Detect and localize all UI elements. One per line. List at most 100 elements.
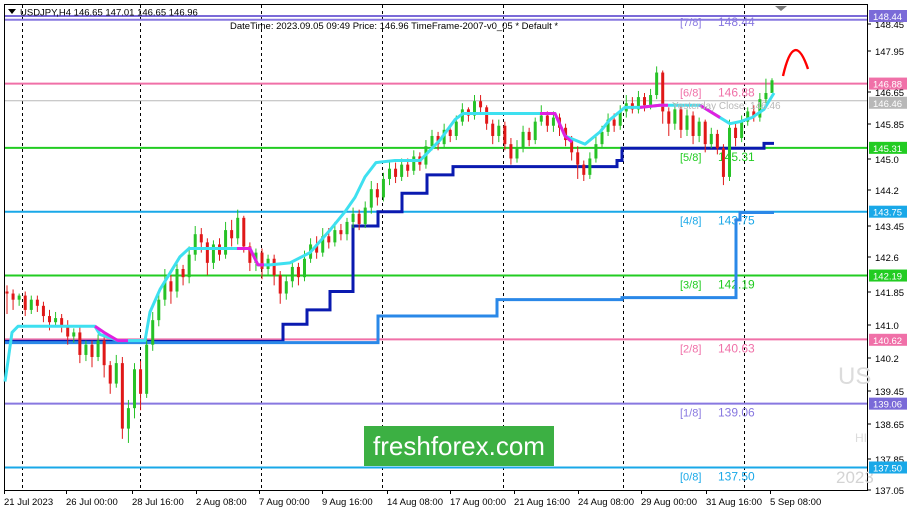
yesterday-close-label: Yesterday Close: 146.46: [672, 101, 781, 112]
candle-body: [41, 305, 45, 317]
candle-body: [430, 135, 434, 147]
x-tick-label: 28 Jul 16:00: [132, 497, 184, 508]
candle-body: [236, 217, 240, 239]
x-tick-label: 24 Aug 08:00: [578, 497, 634, 508]
candle-body: [333, 230, 337, 243]
x-tick-label: 2 Aug 08:00: [196, 497, 247, 508]
y-tick-label: 145.0: [875, 155, 899, 166]
candle-body: [290, 266, 294, 282]
price-tag-label: 143.75: [873, 208, 902, 219]
candle-body: [96, 340, 100, 357]
brand-watermark: freshforex.com: [364, 426, 554, 466]
x-tick-label: 7 Aug 00:00: [259, 497, 310, 508]
candle-body: [388, 168, 391, 179]
candle-body: [284, 281, 288, 294]
candle-body: [5, 291, 9, 294]
candle-body: [224, 230, 228, 255]
symbol-label: USDJPY,H4 146.65 147.01 146.65 146.96: [20, 8, 198, 19]
candle-body: [770, 80, 774, 93]
candle-body: [157, 299, 161, 321]
candle-body: [339, 230, 343, 235]
candle-body: [503, 125, 507, 145]
candle-body: [296, 266, 300, 278]
candle-body: [133, 369, 136, 409]
price-tag-label: 146.88: [873, 80, 902, 91]
murrey-level-price: 139.06: [718, 406, 755, 420]
candle-body: [90, 344, 94, 357]
price-tag-label: 146.46: [873, 99, 902, 110]
candle-body: [363, 207, 367, 224]
watermark-sub: HI: [855, 431, 867, 445]
candle-body: [685, 115, 689, 130]
candle-body: [327, 236, 331, 243]
candle-body: [643, 97, 646, 106]
x-tick-label: 31 Aug 16:00: [706, 497, 762, 508]
x-tick-label: 26 Jul 00:00: [66, 497, 118, 508]
candle-body: [23, 295, 27, 310]
candle-body: [588, 158, 592, 175]
candle-body: [521, 131, 525, 149]
candle-body: [551, 117, 555, 126]
candle-body: [539, 115, 543, 122]
candle-body: [703, 121, 707, 145]
murrey-level-label: [2/8]: [680, 343, 701, 355]
candle-body: [485, 107, 489, 124]
y-tick-label: 145.85: [875, 120, 904, 131]
candle-body: [199, 234, 203, 243]
candle-body: [533, 121, 537, 141]
x-tick-label: 9 Aug 16:00: [322, 497, 373, 508]
candle-body: [102, 340, 106, 366]
candle-body: [345, 221, 349, 235]
candle-body: [29, 299, 33, 310]
candle-body: [734, 127, 738, 139]
price-tag-label: 139.06: [873, 400, 902, 411]
candle-body: [84, 344, 88, 355]
candle-body: [740, 121, 744, 139]
murrey-level-label: [7/8]: [680, 17, 701, 29]
x-tick-label: 29 Aug 00:00: [641, 497, 697, 508]
candle-body: [35, 299, 39, 306]
candle-body: [709, 133, 713, 145]
candle-body: [582, 164, 586, 175]
candle-body: [205, 242, 209, 263]
candle-body: [108, 365, 112, 384]
candle-body: [369, 189, 373, 208]
price-tag-label: 140.62: [873, 336, 902, 347]
candle-body: [126, 408, 130, 429]
x-tick-label: 17 Aug 00:00: [450, 497, 506, 508]
candle-body: [715, 133, 719, 149]
candle-body: [454, 121, 458, 136]
candle-body: [515, 148, 519, 159]
candle-body: [400, 164, 404, 177]
y-tick-label: 141.0: [875, 321, 899, 332]
x-tick-label: 5 Sep 08:00: [770, 497, 821, 508]
price-tag-label: 137.50: [873, 463, 902, 474]
candle-body: [230, 230, 234, 239]
murrey-level-label: [4/8]: [680, 216, 701, 228]
price-chart[interactable]: [7/8] 148.44 [6/8] 146.88 [5/8] 145.31 [4/8] 14…: [0, 0, 911, 515]
candle-body: [381, 178, 385, 198]
price-tag-label: 145.31: [873, 144, 902, 155]
candle-body: [576, 152, 580, 165]
candle-body: [357, 213, 361, 224]
candle-body: [120, 363, 124, 429]
candle-body: [303, 258, 306, 278]
candle-body: [721, 148, 725, 177]
murrey-level-label: [1/8]: [680, 408, 701, 420]
chart-container[interactable]: [7/8] 148.44 [6/8] 146.88 [5/8] 145.31 [4/8] 14…: [0, 0, 911, 515]
candle-body: [151, 320, 155, 345]
price-tag-label: 148.44: [873, 12, 902, 23]
candle-body: [193, 234, 197, 255]
candle-body: [697, 121, 701, 136]
candle-body: [509, 144, 513, 159]
brand-text: freshforex.com: [373, 431, 545, 461]
x-tick-label: 21 Jul 2023: [4, 497, 53, 508]
candle-body: [187, 254, 191, 278]
candle-body: [655, 72, 659, 96]
x-tick-label: 14 Aug 08:00: [387, 497, 443, 508]
y-tick-label: 137.05: [875, 486, 904, 497]
murrey-level-label: [5/8]: [680, 152, 701, 164]
watermark-year: 2023: [836, 468, 874, 487]
candle-body: [260, 252, 264, 269]
candle-body: [612, 119, 616, 126]
